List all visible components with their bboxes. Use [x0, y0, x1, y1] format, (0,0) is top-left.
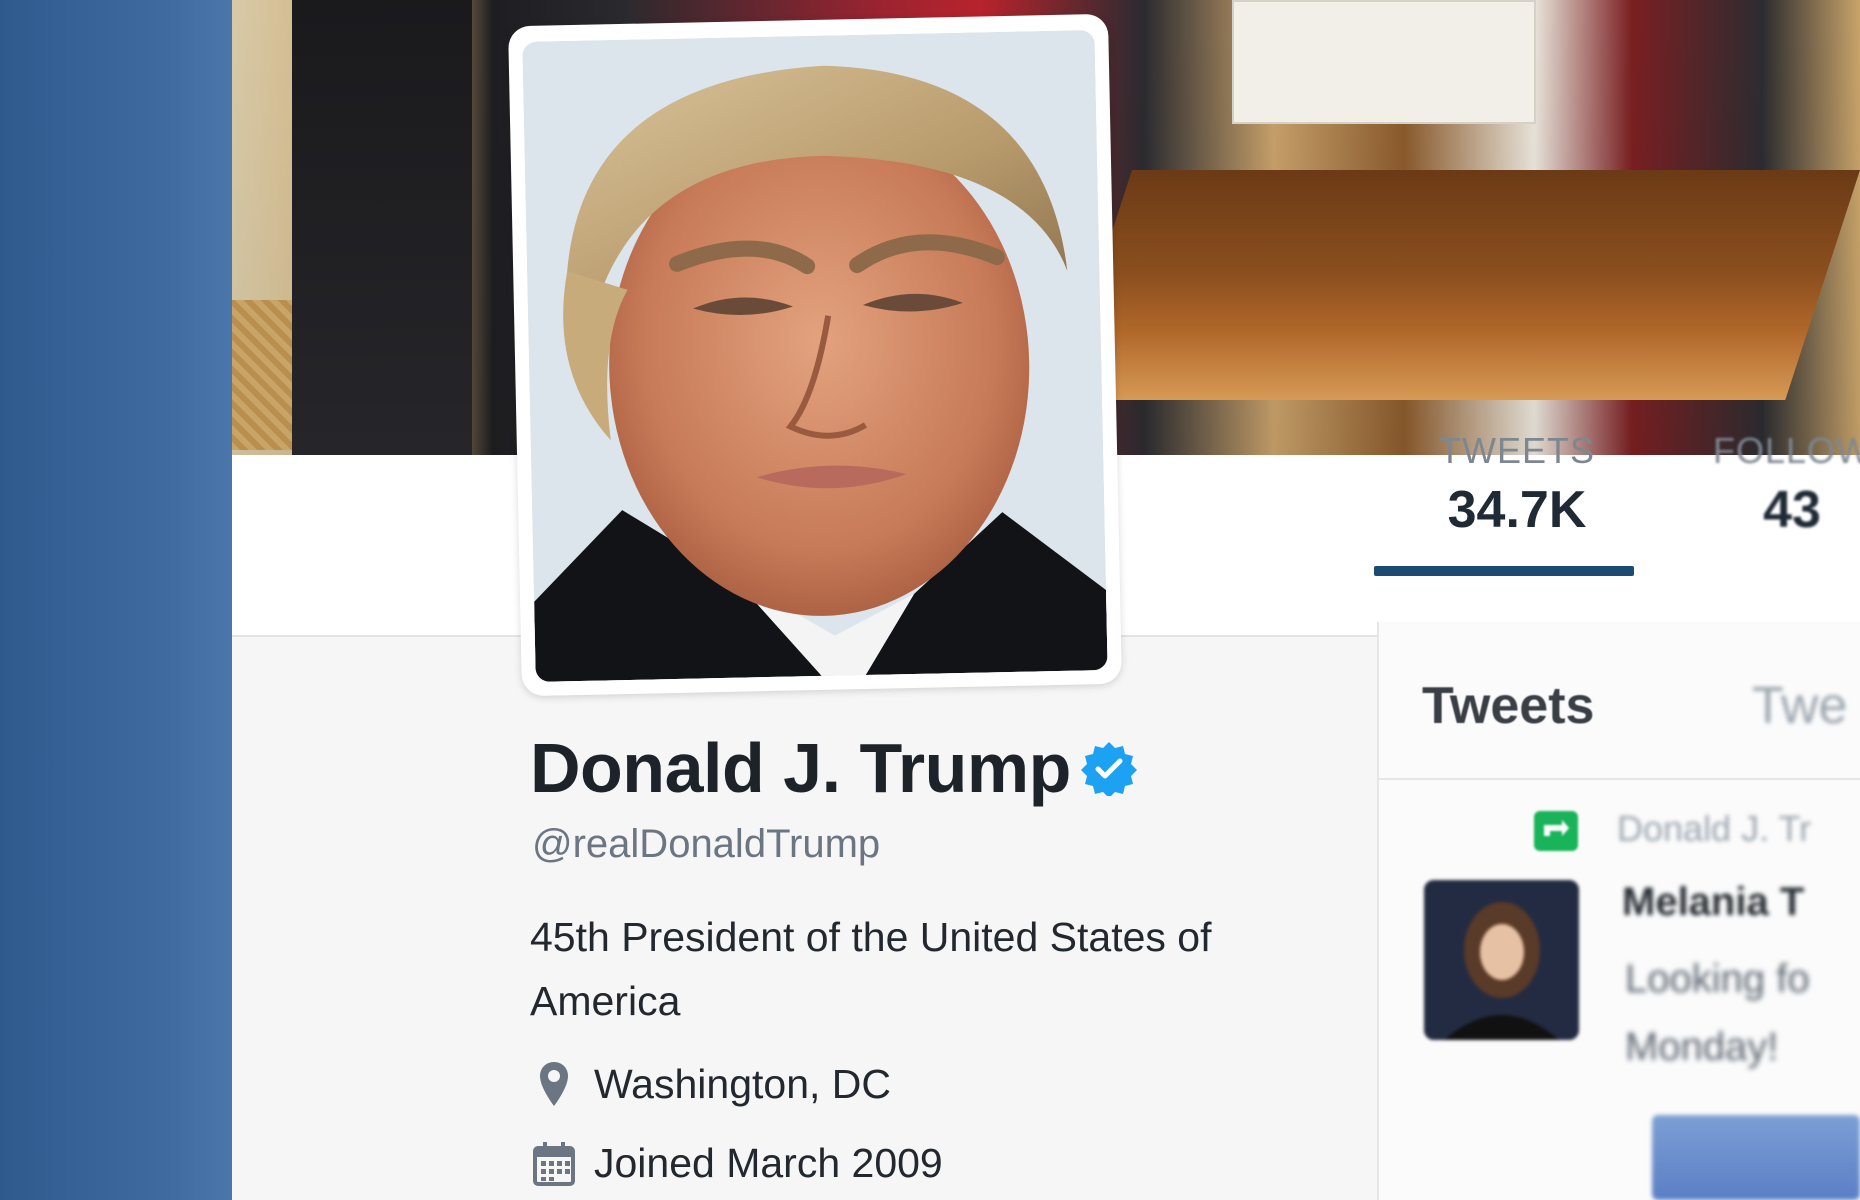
twitter-profile-page: TWEETS 34.7K FOLLOW 43 Tweets Twe Donald…	[232, 0, 1860, 1200]
stat-tweets-value: 34.7K	[1447, 481, 1587, 539]
tweet-media[interactable]	[1652, 1115, 1860, 1200]
calendar-icon	[532, 1141, 576, 1186]
stat-tweets[interactable]: TWEETS 34.7K	[1397, 430, 1637, 540]
tweet-text-line: Looking fo	[1625, 957, 1810, 1001]
tab-tweets[interactable]: Tweets	[1422, 676, 1594, 736]
tweet-avatar[interactable]	[1424, 880, 1579, 1040]
stat-following[interactable]: FOLLOW 43	[1662, 430, 1860, 540]
header-desk	[1057, 170, 1860, 400]
tabs-divider	[1377, 778, 1860, 780]
profile-name-row: Donald J. Trump	[530, 728, 1137, 808]
profile-avatar-image	[522, 30, 1108, 682]
stat-following-value: 43	[1763, 481, 1821, 539]
retweet-attribution: Donald J. Tr	[1617, 808, 1812, 849]
tweet-text: Looking fo Monday!	[1625, 945, 1810, 1081]
tweet-author-name[interactable]: Melania T	[1622, 880, 1804, 925]
header-person	[292, 0, 472, 455]
tweet-text-line: Monday!	[1625, 1025, 1779, 1069]
header-document	[1232, 0, 1536, 124]
profile-handle[interactable]: @realDonaldTrump	[532, 822, 880, 867]
profile-location: Washington, DC	[532, 1060, 891, 1108]
active-stat-underline	[1374, 566, 1634, 576]
tab-tweets-and-replies[interactable]: Twe	[1752, 676, 1847, 736]
retweet-icon	[1534, 811, 1578, 851]
profile-avatar[interactable]	[508, 13, 1122, 697]
profile-bio: 45th President of the United States of A…	[530, 914, 1212, 1024]
profile-joined-text: Joined March 2009	[594, 1140, 943, 1186]
monitor-bezel	[0, 0, 232, 1200]
stat-following-label: FOLLOW	[1712, 430, 1860, 471]
profile-name[interactable]: Donald J. Trump	[530, 728, 1071, 808]
location-pin-icon	[532, 1060, 576, 1108]
verified-badge-icon	[1080, 740, 1137, 801]
stat-tweets-label: TWEETS	[1439, 430, 1595, 471]
profile-joined: Joined March 2009	[532, 1140, 943, 1187]
profile-location-text: Washington, DC	[594, 1060, 891, 1107]
